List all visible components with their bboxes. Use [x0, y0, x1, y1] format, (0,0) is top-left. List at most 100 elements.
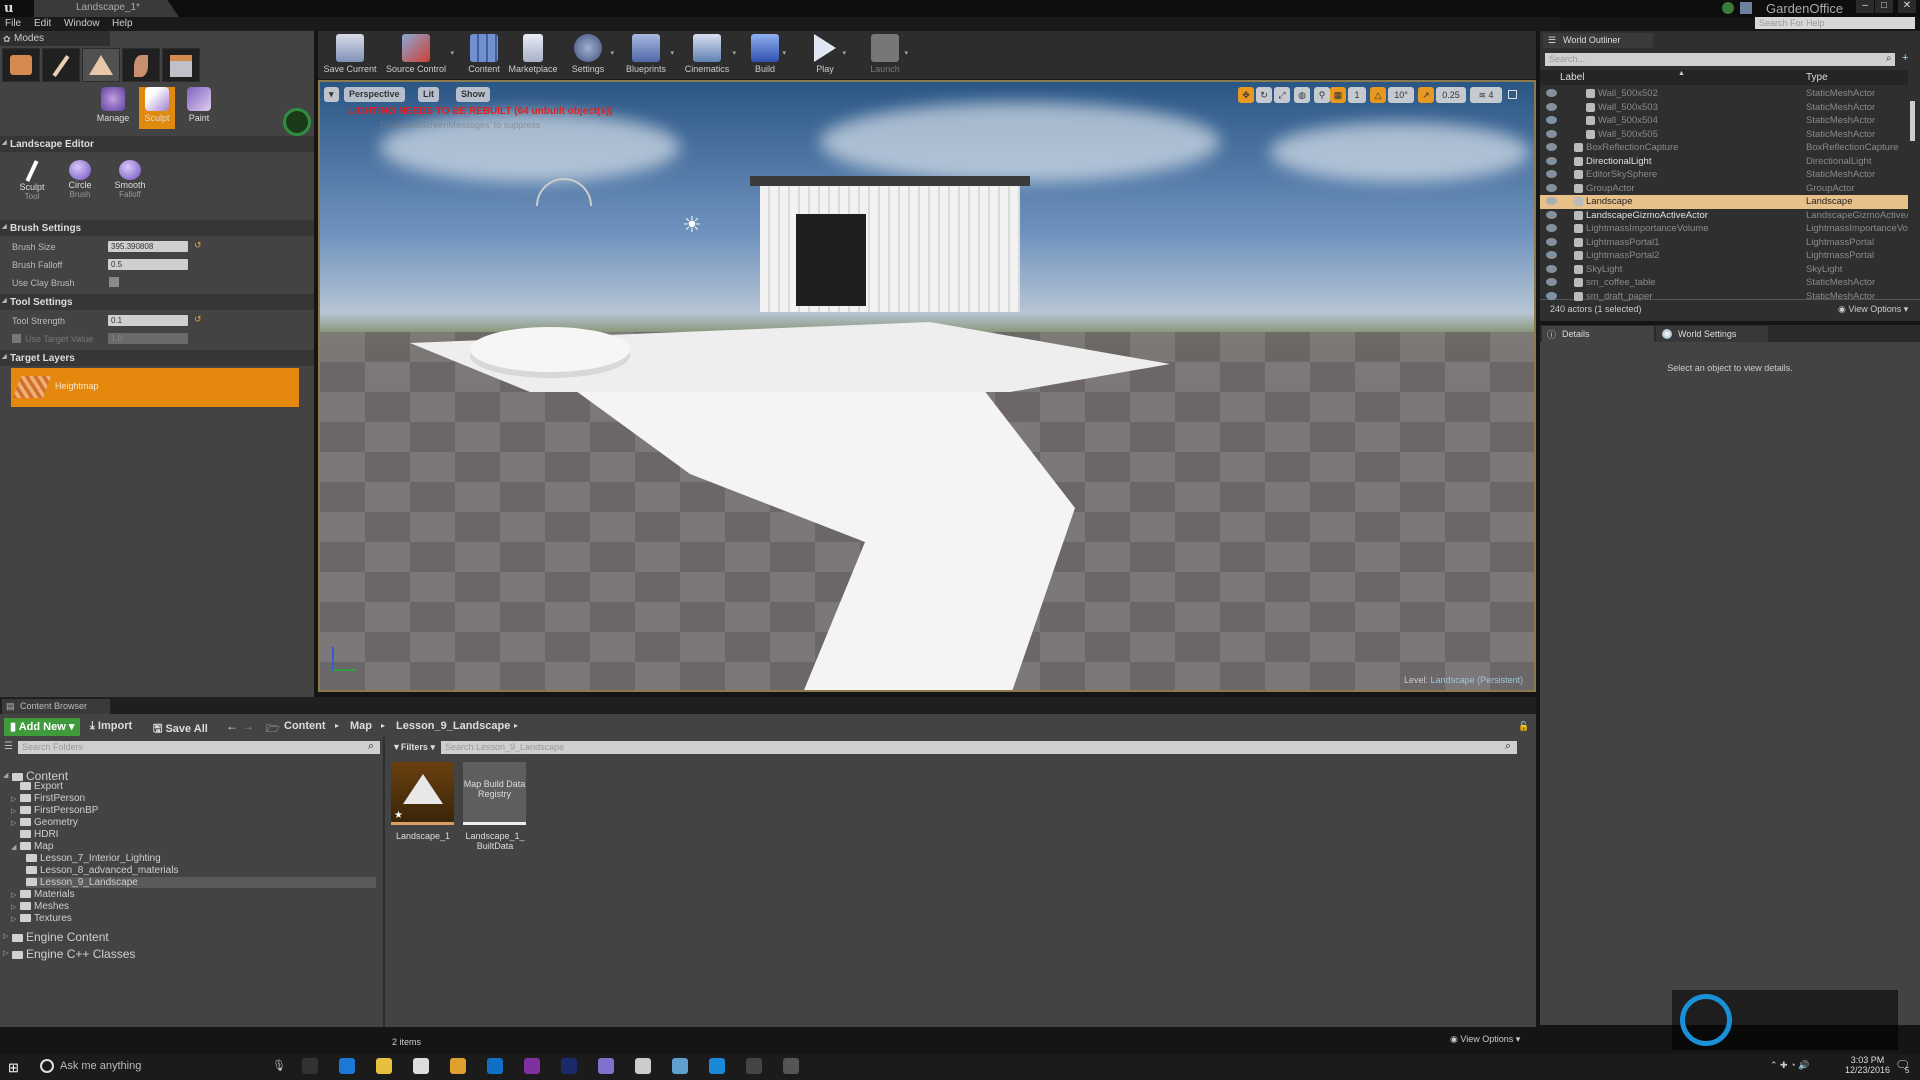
sculpt-tool-button[interactable]: Sculpt Tool — [14, 160, 50, 201]
tool-strength-input[interactable]: 0.1 — [108, 315, 188, 326]
maximize-viewport-icon[interactable] — [1508, 90, 1517, 99]
dropdown-icon[interactable]: ▾ — [450, 49, 454, 57]
mode-paint-button[interactable] — [42, 48, 80, 82]
world-outliner-tab[interactable]: ☰ World Outliner — [1543, 33, 1653, 48]
label-column-header[interactable]: Label — [1560, 72, 1584, 83]
back-button[interactable]: ← — [226, 719, 238, 733]
minimize-button[interactable]: – — [1856, 0, 1874, 13]
outliner-row[interactable]: DirectionalLight DirectionalLight — [1540, 155, 1908, 169]
tray-icons[interactable]: ⌃ ✚ ◔ 🔊 — [1770, 1060, 1809, 1071]
sources-toggle-icon[interactable]: ☰ — [4, 741, 13, 752]
outliner-row[interactable]: SkyLight SkyLight — [1540, 263, 1908, 277]
landscape-editor-header[interactable]: Landscape Editor — [0, 136, 314, 152]
camera-speed-button[interactable]: ≋ 4 — [1470, 87, 1502, 103]
cortana-search-input[interactable]: Ask me anything — [60, 1060, 141, 1072]
menu-file[interactable]: File — [5, 18, 21, 29]
modes-tab[interactable]: ✿ Modes — [0, 31, 110, 46]
file-explorer-icon[interactable] — [376, 1058, 392, 1074]
reset-icon[interactable]: ↺ — [194, 314, 202, 325]
build-button[interactable]: Build ▾ — [750, 31, 786, 79]
visibility-eye-icon[interactable] — [1546, 264, 1557, 273]
submode-paint-button[interactable]: Paint — [181, 87, 217, 129]
add-filter-icon[interactable]: + — [1902, 52, 1908, 64]
dropdown-icon[interactable]: ▾ — [670, 49, 674, 57]
search-folders-input[interactable]: Search Folders — [18, 741, 380, 754]
dropdown-icon[interactable]: ▾ — [842, 49, 846, 57]
content-browser-tab[interactable]: ▤ Content Browser — [2, 699, 110, 714]
visibility-eye-icon[interactable] — [1546, 116, 1557, 124]
grid-snap-value[interactable]: 1 — [1348, 87, 1366, 103]
perspective-button[interactable]: Perspective — [344, 87, 405, 102]
visibility-eye-icon[interactable] — [1546, 278, 1557, 286]
notepad-icon[interactable] — [672, 1058, 688, 1074]
show-button[interactable]: Show — [456, 87, 490, 102]
play-button[interactable]: Play ▾ — [810, 31, 846, 79]
outliner-row[interactable]: LightmassPortal2 LightmassPortal — [1540, 249, 1908, 263]
collapsed-arrow-icon[interactable]: ▷ — [11, 903, 16, 911]
rotate-icon[interactable]: ↻ — [1256, 87, 1272, 103]
outliner-row[interactable]: sm_coffee_table StaticMeshActor — [1540, 276, 1908, 290]
edge-icon[interactable] — [339, 1058, 355, 1074]
outliner-row[interactable]: sm_draft_paper StaticMeshActor — [1540, 290, 1908, 304]
save-all-button[interactable]: 🖫 Save All — [153, 720, 208, 739]
folder-tree-item[interactable]: Lesson_7_Interior_Lighting — [26, 853, 161, 864]
asset-thumbnail-builtdata[interactable]: Map Build Data Registry — [463, 762, 526, 825]
smooth-falloff-button[interactable]: Smooth Falloff — [110, 160, 150, 199]
mode-foliage-button[interactable] — [122, 48, 160, 82]
viewport-options-button[interactable]: ▾ — [324, 87, 339, 102]
store-icon[interactable] — [413, 1058, 429, 1074]
onenote-icon[interactable] — [524, 1058, 540, 1074]
flag-icon[interactable] — [1740, 2, 1752, 14]
marketplace-button[interactable]: Marketplace — [506, 31, 560, 79]
breadcrumb-content[interactable]: Content — [284, 720, 326, 732]
clock[interactable]: 3:03 PM 12/23/2016 — [1845, 1055, 1890, 1075]
outliner-row[interactable]: Wall_500x503 StaticMeshActor — [1540, 101, 1908, 115]
menu-window[interactable]: Window — [64, 18, 100, 29]
folder-tree-item[interactable]: Export — [20, 781, 63, 792]
submode-manage-button[interactable]: Manage — [95, 87, 131, 129]
type-column-header[interactable]: Type — [1806, 72, 1828, 83]
outliner-scrollbar[interactable] — [1910, 101, 1915, 141]
rotation-snap-value[interactable]: 10° — [1388, 87, 1414, 103]
collapsed-arrow-icon[interactable]: ▷ — [11, 891, 16, 899]
photoshop-icon[interactable] — [561, 1058, 577, 1074]
splitter[interactable] — [383, 737, 385, 1027]
chrome-icon[interactable] — [450, 1058, 466, 1074]
folder-tree-item[interactable]: ▷ Textures — [11, 913, 72, 924]
outliner-row[interactable]: GroupActor GroupActor — [1540, 182, 1908, 196]
settings-icon[interactable] — [635, 1058, 651, 1074]
filters-button[interactable]: ▼Filters ▾ — [392, 742, 435, 753]
dropdown-icon[interactable]: ▾ — [732, 49, 736, 57]
folder-tree-item[interactable]: ◢ Map — [11, 841, 53, 852]
microphone-icon[interactable]: 🎙 — [272, 1059, 286, 1072]
mode-place-button[interactable] — [2, 48, 40, 82]
outliner-row[interactable]: EditorSkySphere StaticMeshActor — [1540, 168, 1908, 182]
visibility-eye-icon[interactable] — [1546, 170, 1557, 178]
outliner-row[interactable]: LightmassPortal1 LightmassPortal — [1540, 236, 1908, 250]
breadcrumb-arrow-icon[interactable]: ▸ — [514, 721, 518, 730]
visibility-eye-icon[interactable] — [1546, 143, 1557, 151]
search-assets-input[interactable]: Search Lesson_9_Landscape — [441, 741, 1517, 754]
menu-help[interactable]: Help — [112, 18, 133, 29]
folder-tree-item[interactable]: ▷ Engine C++ Classes — [3, 947, 135, 961]
breadcrumb-arrow-icon[interactable]: ▸ — [335, 721, 339, 730]
scale-snap-value[interactable]: 0.25 — [1436, 87, 1466, 103]
collapsed-arrow-icon[interactable]: ▷ — [11, 807, 16, 815]
document-tab[interactable]: Landscape_1* — [34, 0, 179, 17]
scale-snap-icon[interactable]: ↗ — [1418, 87, 1434, 103]
breadcrumb-lesson[interactable]: Lesson_9_Landscape — [396, 720, 510, 732]
outliner-row[interactable]: BoxReflectionCapture BoxReflectionCapture — [1540, 141, 1908, 155]
reset-icon[interactable]: ↺ — [194, 240, 202, 251]
blueprints-button[interactable]: Blueprints ▾ — [624, 31, 674, 79]
visibility-eye-icon[interactable] — [1546, 89, 1557, 97]
dropdown-icon[interactable]: ▾ — [610, 49, 614, 57]
folder-tree-item[interactable]: ▷ FirstPerson — [11, 793, 85, 804]
use-clay-brush-checkbox[interactable] — [109, 277, 119, 287]
world-local-icon[interactable]: ◍ — [1294, 87, 1310, 103]
folder-tree-item[interactable]: ▷ Geometry — [11, 817, 78, 828]
content-button[interactable]: Content — [462, 31, 506, 79]
outliner-search-input[interactable]: Search... — [1545, 53, 1895, 66]
brush-size-input[interactable]: 395.390808 — [108, 241, 188, 252]
visibility-eye-icon[interactable] — [1546, 237, 1557, 246]
level-viewport[interactable]: ☀ ▾ Perspective Lit Show LIGHTING NEEDS … — [318, 80, 1536, 692]
